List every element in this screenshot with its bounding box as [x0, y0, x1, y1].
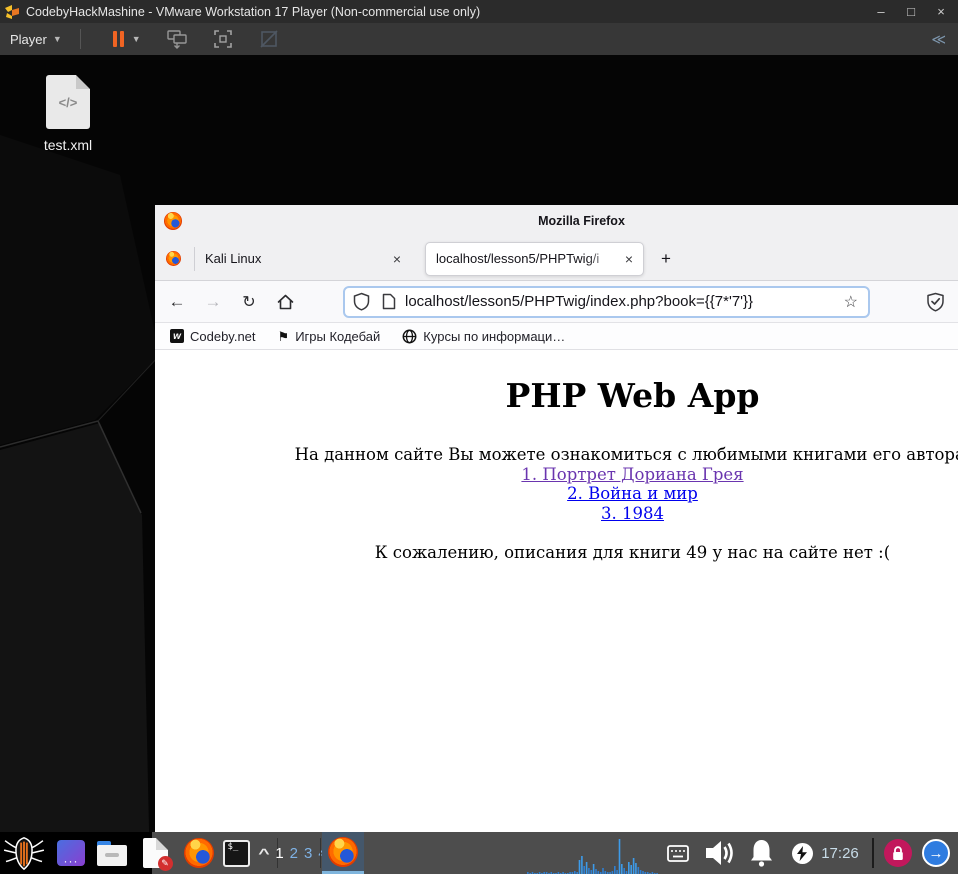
bookmark-star-icon[interactable]: ☆ [842, 292, 860, 312]
document-icon: ✎ [142, 838, 173, 871]
intro-text: На данном сайте Вы можете ознакомиться с… [294, 445, 958, 464]
terminal-launcher[interactable]: $_ [221, 832, 251, 874]
kali-dragon-icon [3, 837, 45, 871]
collapse-toolbar-button[interactable]: ≪ [931, 31, 946, 48]
lock-screen-button[interactable] [882, 832, 914, 874]
unity-mode-button-disabled [259, 29, 279, 49]
power-manager-icon[interactable] [790, 832, 814, 874]
panel-divider [320, 838, 321, 868]
applications-menu-button[interactable] [2, 832, 46, 874]
send-ctrl-alt-del-button[interactable] [167, 29, 187, 49]
tab-close-icon[interactable]: × [619, 249, 639, 269]
tab-localhost-active[interactable]: localhost/lesson5/PHPTwig/i × [425, 241, 644, 276]
volume-icon[interactable] [703, 832, 737, 874]
notifications-bell-icon[interactable] [746, 832, 776, 874]
vmware-window-title: CodebyHackMashine - VMware Workstation 1… [26, 4, 481, 19]
workspace-1[interactable]: 1 [275, 845, 283, 862]
minimize-button[interactable]: – [866, 1, 896, 22]
pencil-badge-icon: ✎ [157, 856, 173, 871]
logout-arrow-icon: → [922, 839, 950, 867]
url-bar[interactable]: localhost/lesson5/PHPTwig/index.php?book… [343, 285, 870, 318]
globe-icon [402, 329, 417, 344]
protections-shield-check-icon[interactable] [926, 292, 945, 312]
forward-button[interactable]: → [199, 288, 227, 316]
fullscreen-button[interactable] [213, 29, 233, 49]
not-found-message: К сожалению, описания для книги 49 у нас… [374, 543, 891, 562]
kali-desktop: </> test.xml Mozilla Firefox Kali Linux … [0, 55, 958, 874]
pause-icon [112, 31, 117, 47]
chevron-down-icon: ▼ [52, 34, 62, 44]
vmware-app-icon [4, 4, 20, 20]
home-button[interactable] [271, 288, 299, 316]
panel-divider [872, 838, 874, 868]
clock[interactable]: 17:26 [814, 832, 866, 874]
folder-icon [97, 840, 127, 866]
workspace-3[interactable]: 3 [304, 845, 312, 862]
bookmark-kursy[interactable]: Курсы по информаци… [398, 327, 569, 346]
tab-kali-linux[interactable]: Kali Linux × [195, 242, 407, 276]
player-menu[interactable]: Player ▼ [0, 23, 72, 55]
suspend-vm-button[interactable]: ▼ [112, 31, 141, 47]
network-monitor-graph[interactable] [527, 832, 659, 874]
firefox-taskbar-button-active[interactable] [322, 832, 364, 874]
workspace-switcher[interactable]: 1 2 3 4 [275, 832, 326, 874]
book-link-2[interactable]: 2. Война и мир [567, 484, 698, 503]
firefox-favicon [166, 251, 181, 266]
lock-icon [893, 845, 903, 860]
new-tab-button[interactable]: + [652, 245, 680, 273]
desktop-file-label: test.xml [43, 137, 93, 153]
reload-button[interactable]: ↻ [235, 288, 263, 316]
firefox-launcher[interactable] [183, 832, 215, 874]
firefox-window-title: Mozilla Firefox [538, 214, 625, 228]
maximize-button[interactable]: □ [896, 1, 926, 22]
tab-bar: Kali Linux × localhost/lesson5/PHPTwig/i… [155, 237, 958, 281]
text-editor-launcher[interactable]: ✎ [141, 832, 173, 874]
codeby-favicon: w [170, 329, 184, 343]
firefox-window: Mozilla Firefox Kali Linux × localhost/l… [155, 205, 958, 874]
page-info-icon[interactable] [382, 293, 396, 310]
vmware-titlebar: CodebyHackMashine - VMware Workstation 1… [0, 0, 958, 23]
firefox-titlebar[interactable]: Mozilla Firefox [155, 205, 958, 237]
vmware-toolbar: Player ▼ ▼ ≪ [0, 23, 958, 55]
terminal-icon: $_ [222, 839, 250, 867]
firefox-logo-icon [328, 836, 358, 867]
pause-icon [119, 31, 124, 47]
bookmarks-toolbar: w Codeby.net ⚑ Игры Кодебай Курсы по инф… [155, 323, 958, 350]
back-button[interactable]: ← [163, 288, 191, 316]
page-content: PHP Web App На данном сайте Вы можете оз… [155, 350, 958, 874]
toolbar-divider [79, 29, 81, 49]
bookmark-igry-kodebay[interactable]: ⚑ Игры Кодебай [274, 327, 385, 346]
bookmark-codeby[interactable]: w Codeby.net [166, 327, 260, 346]
url-input[interactable]: localhost/lesson5/PHPTwig/index.php?book… [405, 293, 842, 310]
kali-taskbar: ··· ✎ $_ ^ 1 2 3 4 [0, 832, 958, 874]
navigation-toolbar: ← → ↻ localhost/lesson5/PHPTwig/index.ph… [155, 281, 958, 323]
show-desktop-button[interactable]: ··· [57, 832, 85, 874]
close-button[interactable]: × [926, 1, 956, 22]
firefox-logo-icon [184, 838, 214, 868]
file-manager-launcher[interactable] [97, 832, 127, 874]
desktop-file-test-xml[interactable]: </> test.xml [28, 75, 108, 153]
book-link-3[interactable]: 3. 1984 [601, 504, 664, 523]
window-icon: ··· [57, 840, 85, 867]
shield-icon[interactable] [353, 292, 370, 311]
page-title: PHP Web App [505, 376, 760, 415]
tab-close-icon[interactable]: × [387, 249, 407, 269]
workspace-2[interactable]: 2 [290, 845, 298, 862]
chevron-down-icon: ▼ [131, 34, 141, 44]
keyboard-tray-icon[interactable] [666, 832, 690, 874]
logout-button[interactable]: → [920, 832, 952, 874]
flag-icon: ⚑ [277, 328, 290, 344]
xml-file-icon: </> [46, 75, 90, 129]
book-link-1[interactable]: 1. Портрет Дориана Грея [521, 465, 743, 484]
